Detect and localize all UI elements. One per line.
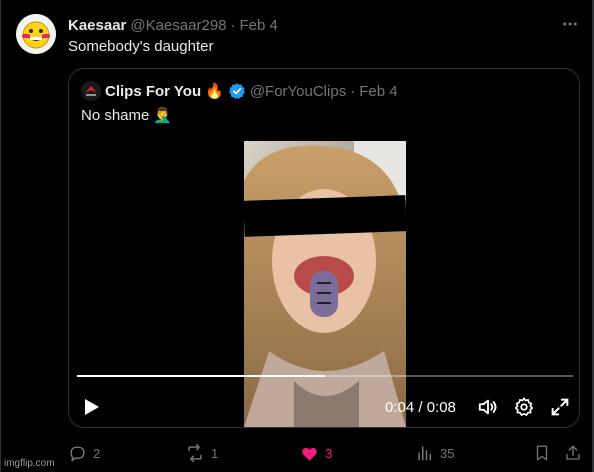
volume-icon (478, 399, 497, 415)
play-icon (85, 399, 99, 415)
quote-author-avatar[interactable] (81, 81, 101, 101)
fullscreen-button[interactable] (549, 396, 571, 418)
repost-button[interactable]: 1 (185, 440, 218, 466)
quote-header-separator: · (350, 82, 356, 100)
action-bar: 2 1 3 35 (68, 440, 580, 466)
like-count: 3 (325, 445, 333, 461)
repost-count: 1 (211, 445, 219, 461)
fire-emoji: 🔥 (205, 83, 224, 100)
video-time: 0:04 / 0:08 (385, 399, 456, 416)
tweet-date[interactable]: Feb 4 (240, 17, 278, 34)
verified-badge-icon (228, 83, 245, 100)
quote-header: Clips For You 🔥 @ForYouClips · Feb 4 (81, 81, 398, 101)
facepalm-emoji: 🤦‍♂️ (153, 107, 173, 124)
imgflip-watermark: imgflip.com (4, 458, 55, 469)
video-thumbnail-image (244, 141, 406, 427)
tweet-header: Kaesaar @Kaesaar298 · Feb 4 (68, 15, 278, 35)
progress-bar[interactable] (77, 375, 573, 377)
author-name[interactable]: Kaesaar (68, 17, 126, 34)
heart-icon (302, 447, 317, 461)
censor-bar (244, 195, 406, 237)
quote-date[interactable]: Feb 4 (359, 83, 397, 100)
reply-button[interactable]: 2 (68, 440, 100, 466)
tweet-text: Somebody's daughter (68, 38, 214, 55)
views-count: 35 (440, 445, 455, 461)
settings-button[interactable] (513, 396, 535, 418)
bookmark-button[interactable] (533, 440, 551, 466)
more-options-button[interactable] (558, 12, 582, 36)
like-button[interactable]: 3 (300, 440, 332, 466)
author-avatar[interactable] (16, 14, 56, 54)
quote-author-handle[interactable]: @ForYouClips (250, 83, 346, 100)
repost-icon (188, 443, 202, 463)
reply-count: 2 (93, 445, 101, 461)
reply-icon (70, 445, 85, 461)
quoted-tweet-card[interactable]: Clips For You 🔥 @ForYouClips · Feb 4 No … (68, 68, 580, 428)
more-dots-icon (563, 22, 577, 26)
volume-button[interactable] (477, 396, 499, 418)
quote-author-name[interactable]: Clips For You (105, 83, 201, 100)
views-chart-icon (418, 446, 431, 461)
video-player[interactable]: 0:04 / 0:08 (69, 141, 579, 427)
quote-text-row: No shame 🤦‍♂️ (81, 106, 173, 125)
expand-icon (551, 398, 569, 416)
header-separator: · (230, 16, 236, 34)
share-button[interactable] (564, 440, 582, 466)
progress-fill (77, 375, 325, 377)
views-button[interactable]: 35 (416, 440, 454, 466)
left-border (0, 0, 1, 472)
avatar-emoji-icon (16, 14, 56, 54)
quote-text: No shame (81, 106, 150, 124)
video-frame (244, 141, 406, 427)
play-button[interactable] (79, 395, 103, 419)
bookmark-icon (536, 445, 548, 461)
author-handle[interactable]: @Kaesaar298 (130, 17, 226, 34)
gear-icon (514, 397, 534, 416)
share-icon (566, 445, 580, 460)
clips-logo-icon (81, 81, 101, 101)
